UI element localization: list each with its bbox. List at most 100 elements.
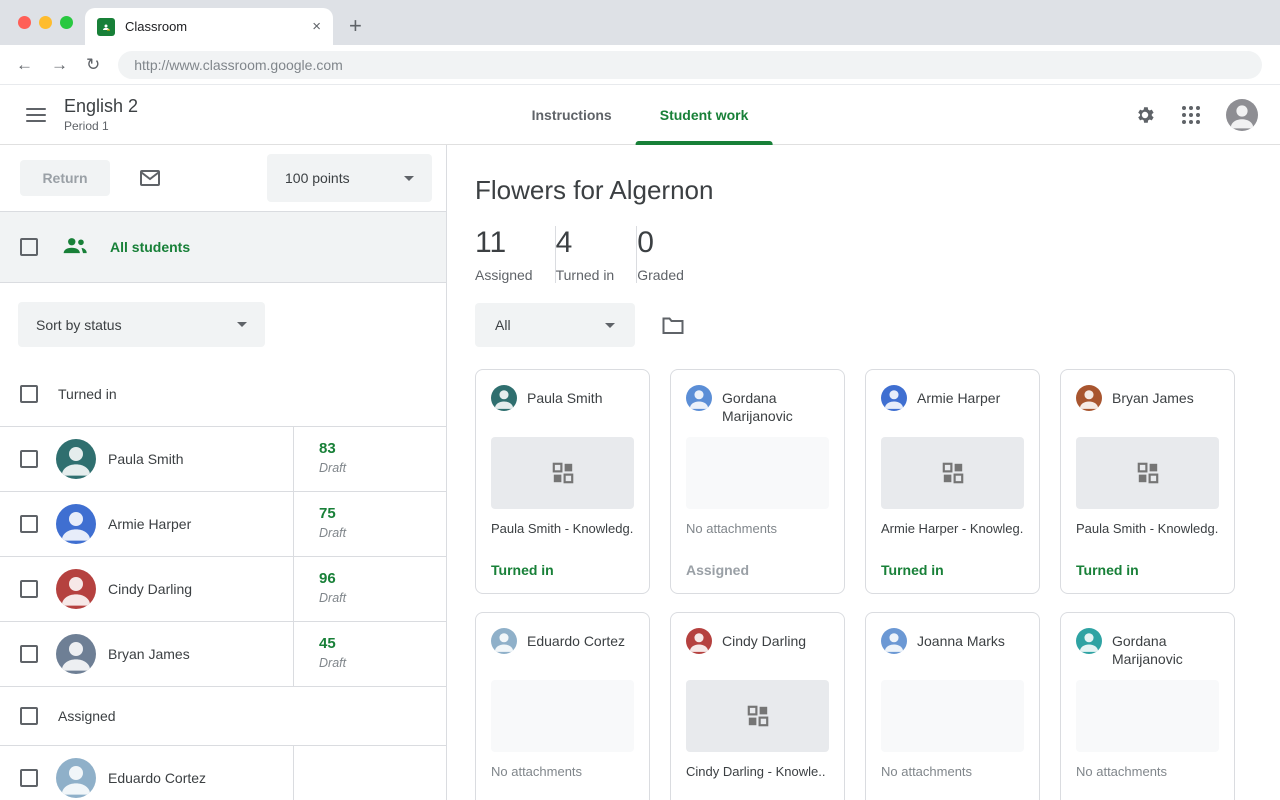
- attachment-thumbnail[interactable]: [1076, 437, 1219, 509]
- return-button[interactable]: Return: [20, 160, 110, 196]
- attachment-label: Cindy Darling - Knowle..: [686, 764, 829, 779]
- student-checkbox[interactable]: [20, 645, 38, 663]
- grade-status: Draft: [319, 526, 447, 540]
- stat-value: 0: [637, 226, 684, 260]
- all-students-checkbox[interactable]: [20, 238, 38, 256]
- tab-student-work[interactable]: Student work: [636, 85, 773, 145]
- student-work-card[interactable]: Bryan James Paula Smith - Knowledg... Tu…: [1060, 369, 1235, 594]
- student-work-card[interactable]: Paula Smith Paula Smith - Knowledg... Tu…: [475, 369, 650, 594]
- attachment-thumbnail[interactable]: [1076, 680, 1219, 752]
- student-work-card[interactable]: Cindy Darling Cindy Darling - Knowle..: [670, 612, 845, 800]
- stat-label: Turned in: [556, 267, 615, 283]
- apps-grid-icon[interactable]: [1182, 106, 1200, 124]
- back-icon[interactable]: ←: [16, 56, 33, 73]
- course-subtitle: Period 1: [64, 119, 138, 133]
- assigned-section-header: Assigned: [0, 687, 446, 746]
- sort-dropdown[interactable]: Sort by status: [18, 302, 265, 347]
- window-zoom-button[interactable]: [60, 16, 73, 29]
- reload-icon[interactable]: ↻: [86, 56, 100, 73]
- student-avatar: [881, 628, 907, 654]
- header-tabbar: Instructions Student work: [508, 85, 773, 145]
- turned-in-checkbox[interactable]: [20, 385, 38, 403]
- student-name: Joanna Marks: [917, 632, 1005, 650]
- url-field[interactable]: http://www.classroom.google.com: [118, 51, 1262, 79]
- points-dropdown[interactable]: 100 points: [267, 154, 432, 202]
- student-row[interactable]: Eduardo Cortez: [0, 746, 446, 800]
- browser-tab[interactable]: Classroom ×: [85, 8, 333, 45]
- stat-graded[interactable]: 0 Graded: [637, 226, 706, 283]
- forward-icon[interactable]: →: [51, 56, 68, 73]
- student-name: Armie Harper: [108, 516, 191, 532]
- attachment-thumbnail[interactable]: [686, 680, 829, 752]
- student-avatar: [491, 385, 517, 411]
- grade-status: Draft: [319, 656, 447, 670]
- sort-value: Sort by status: [36, 317, 122, 333]
- student-work-cards: Paula Smith Paula Smith - Knowledg... Tu…: [475, 369, 1280, 800]
- teacher-avatar[interactable]: [1226, 99, 1258, 131]
- attachment-grid-icon: [940, 460, 966, 486]
- attachment-label: Paula Smith - Knowledg...: [491, 521, 634, 536]
- student-name: Paula Smith: [108, 451, 183, 467]
- window-minimize-button[interactable]: [39, 16, 52, 29]
- card-status: Assigned: [686, 562, 829, 578]
- student-checkbox[interactable]: [20, 580, 38, 598]
- attachment-label: No attachments: [881, 764, 1024, 779]
- menu-icon[interactable]: [26, 108, 46, 122]
- student-row[interactable]: Bryan James 45 Draft: [0, 622, 446, 687]
- folder-icon[interactable]: [661, 314, 685, 336]
- turned-in-section-header: Turned in: [0, 361, 446, 427]
- student-work-card[interactable]: Joanna Marks No attachments: [865, 612, 1040, 800]
- assigned-checkbox[interactable]: [20, 707, 38, 725]
- points-value: 100 points: [285, 170, 350, 186]
- student-avatar: [56, 504, 96, 544]
- gear-icon[interactable]: [1134, 104, 1156, 126]
- student-row[interactable]: Paula Smith 83 Draft: [0, 427, 446, 492]
- new-tab-button[interactable]: +: [349, 13, 362, 39]
- grade-value: 96: [319, 570, 447, 587]
- student-work-card[interactable]: Armie Harper Armie Harper - Knowleg.. Tu…: [865, 369, 1040, 594]
- tab-instructions[interactable]: Instructions: [508, 85, 636, 145]
- grade-cell[interactable]: [293, 746, 447, 800]
- grade-status: Draft: [319, 461, 447, 475]
- attachment-thumbnail[interactable]: [881, 437, 1024, 509]
- tab-close-icon[interactable]: ×: [312, 18, 321, 35]
- student-name: Cindy Darling: [722, 632, 806, 650]
- stat-assigned[interactable]: 11 Assigned: [475, 226, 555, 283]
- grade-cell[interactable]: 83 Draft: [293, 427, 447, 491]
- student-name: Eduardo Cortez: [108, 770, 206, 786]
- grade-cell[interactable]: 96 Draft: [293, 557, 447, 621]
- student-name: Cindy Darling: [108, 581, 192, 597]
- student-work-card[interactable]: Eduardo Cortez No attachments: [475, 612, 650, 800]
- app-header: English 2 Period 1 Instructions Student …: [0, 85, 1280, 145]
- grade-cell[interactable]: 45 Draft: [293, 622, 447, 686]
- grade-cell[interactable]: 75 Draft: [293, 492, 447, 556]
- stat-value: 4: [556, 226, 615, 260]
- student-checkbox[interactable]: [20, 450, 38, 468]
- stat-turned-in[interactable]: 4 Turned in: [556, 226, 637, 283]
- window-controls: [18, 16, 73, 29]
- student-avatar: [1076, 385, 1102, 411]
- attachment-thumbnail[interactable]: [491, 437, 634, 509]
- attachment-thumbnail[interactable]: [491, 680, 634, 752]
- status-filter-dropdown[interactable]: All: [475, 303, 635, 347]
- sidebar-toolbar: Return 100 points: [0, 145, 446, 211]
- student-work-card[interactable]: Gordana Marijanovic No attachments: [1060, 612, 1235, 800]
- student-checkbox[interactable]: [20, 515, 38, 533]
- filter-value: All: [495, 317, 511, 333]
- attachment-label: Armie Harper - Knowleg..: [881, 521, 1024, 536]
- student-avatar: [491, 628, 517, 654]
- attachment-thumbnail[interactable]: [881, 680, 1024, 752]
- student-avatar: [56, 569, 96, 609]
- stat-value: 11: [475, 226, 533, 260]
- attachment-thumbnail[interactable]: [686, 437, 829, 509]
- people-icon: [62, 234, 88, 261]
- student-row[interactable]: Cindy Darling 96 Draft: [0, 557, 446, 622]
- student-row[interactable]: Armie Harper 75 Draft: [0, 492, 446, 557]
- browser-urlbar: ← → ↻ http://www.classroom.google.com: [0, 45, 1280, 85]
- filter-row: All: [475, 303, 1280, 347]
- email-icon[interactable]: [138, 166, 162, 190]
- student-checkbox[interactable]: [20, 769, 38, 787]
- student-work-card[interactable]: Gordana Marijanovic No attachments Assig…: [670, 369, 845, 594]
- all-students-row[interactable]: All students: [0, 211, 446, 283]
- window-close-button[interactable]: [18, 16, 31, 29]
